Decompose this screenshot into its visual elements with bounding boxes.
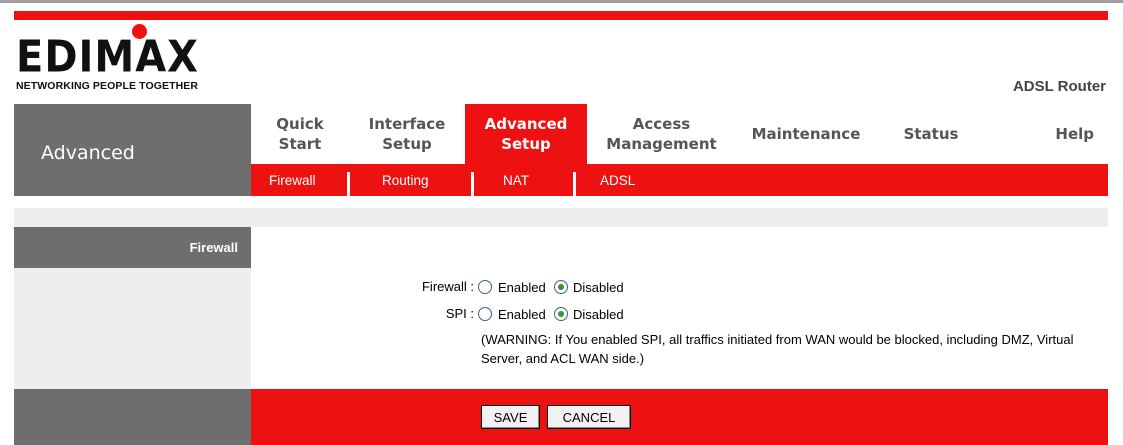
section-header: Firewall [14, 227, 251, 268]
main-menu: Quick Start Interface Setup Advanced Set… [251, 104, 1108, 164]
top-accent-bar [14, 11, 1108, 20]
firewall-enabled-label: Enabled [498, 280, 546, 295]
menu-access-management[interactable]: Access Management [587, 104, 736, 164]
menu-advanced-setup[interactable]: Advanced Setup [465, 104, 587, 164]
submenu-adsl[interactable]: ADSL [600, 164, 635, 196]
top-border [0, 0, 1123, 3]
sidebar-title: Advanced [41, 142, 135, 164]
logo-wordmark: EDIMAX [16, 32, 200, 83]
menu-quick-start[interactable]: Quick Start [251, 104, 349, 164]
submenu-separator [573, 172, 576, 196]
menu-maintenance[interactable]: Maintenance [736, 104, 876, 164]
submenu-separator [347, 172, 350, 196]
spi-enabled-radio[interactable] [478, 307, 492, 321]
footer-left-panel [14, 389, 251, 445]
firewall-disabled-radio[interactable] [554, 280, 568, 294]
firewall-enabled-radio[interactable] [478, 280, 492, 294]
edimax-logo: EDIMAX NETWORKING PEOPLE TOGETHER [16, 24, 266, 94]
submenu-separator [471, 172, 474, 196]
menu-help[interactable]: Help [986, 104, 1108, 164]
spi-warning-text: (WARNING: If You enabled SPI, all traffi… [481, 332, 1074, 366]
spi-disabled-radio[interactable] [554, 307, 568, 321]
submenu-nat[interactable]: NAT [503, 164, 529, 196]
section-title: Firewall [189, 240, 238, 255]
cancel-button[interactable]: CANCEL [547, 405, 631, 429]
submenu-firewall[interactable]: Firewall [269, 164, 316, 196]
firewall-label: Firewall : [421, 279, 474, 294]
spi-enabled-label: Enabled [498, 307, 546, 322]
spacer-strip [14, 208, 1108, 227]
spi-disabled-label: Disabled [573, 307, 624, 322]
product-name: ADSL Router [1012, 78, 1106, 95]
spi-label: SPI : [445, 306, 474, 321]
footer-action-bar [251, 389, 1108, 445]
menu-status[interactable]: Status [876, 104, 986, 164]
submenu-routing[interactable]: Routing [382, 164, 429, 196]
sidebar-header: Advanced [14, 104, 251, 196]
firewall-disabled-label: Disabled [573, 280, 624, 295]
menu-interface-setup[interactable]: Interface Setup [349, 104, 465, 164]
sub-menu: Firewall Routing NAT ADSL [251, 164, 1108, 196]
logo-tagline: NETWORKING PEOPLE TOGETHER [16, 80, 199, 92]
save-button[interactable]: SAVE [481, 405, 540, 429]
